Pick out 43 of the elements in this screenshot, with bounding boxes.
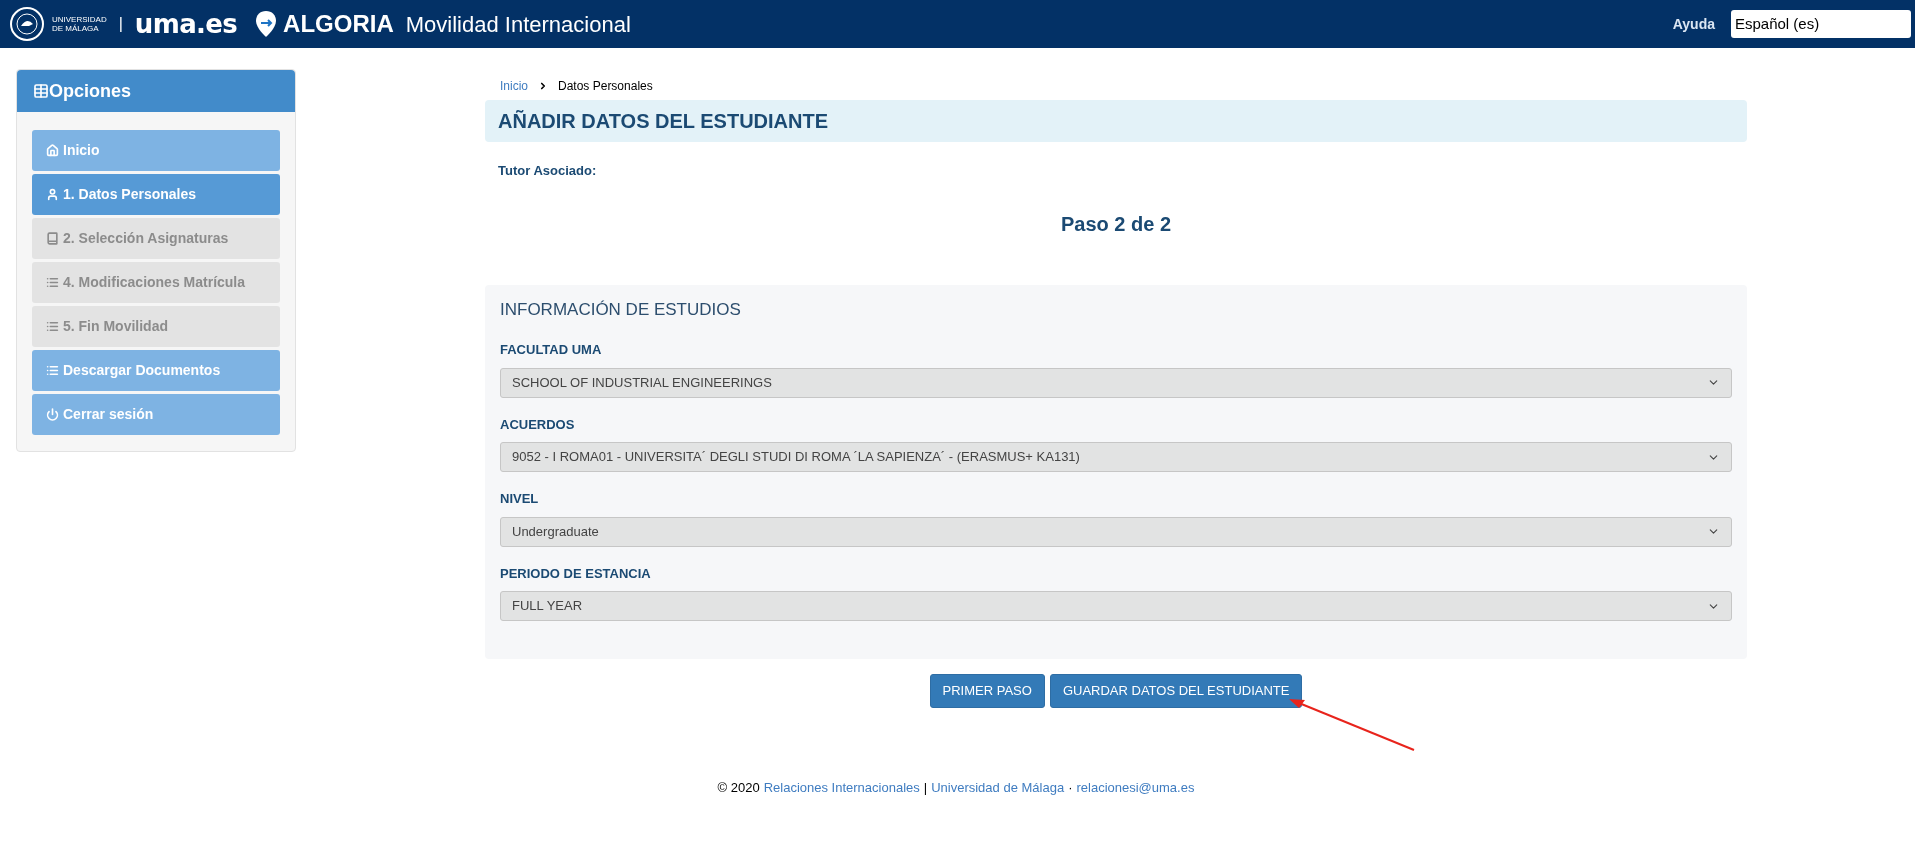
- university-name: DE MÁLAGA: [52, 24, 100, 33]
- breadcrumb-current: Datos Personales: [558, 78, 653, 95]
- field-label: PERIODO DE ESTANCIA: [500, 564, 652, 583]
- book-icon: [46, 232, 59, 245]
- footer-text: © 2020: [717, 778, 760, 797]
- language-select[interactable]: Español (es): [1731, 10, 1911, 38]
- field-label: NIVEL: [500, 490, 540, 508]
- chevron-right-icon: [538, 81, 548, 91]
- university-seal-icon: [10, 7, 44, 41]
- table-icon: [33, 83, 49, 99]
- select-field[interactable]: FULL YEAR: [500, 591, 1732, 621]
- site-logo[interactable]: uma.es: [134, 4, 238, 44]
- select-field[interactable]: Undergraduate: [500, 516, 1732, 547]
- location-pin-icon: [255, 10, 278, 38]
- list-icon: [46, 364, 59, 377]
- field-label: FACULTAD UMA: [500, 341, 603, 359]
- first-step-button[interactable]: PRIMER PASO: [929, 673, 1045, 708]
- header-separator: |: [118, 14, 123, 34]
- app-title: Movilidad Internacional: [405, 10, 631, 39]
- sidebar-item[interactable]: 1. Datos Personales: [32, 174, 280, 215]
- save-button[interactable]: GUARDAR DATOS DEL ESTUDIANTE: [1049, 673, 1303, 708]
- footer-text: ·: [1068, 778, 1073, 797]
- step-indicator: Paso 2 de 2: [1060, 211, 1172, 237]
- select-field[interactable]: SCHOOL OF INDUSTRIAL ENGINEERINGS: [500, 367, 1732, 398]
- field-label: ACUERDOS: [500, 415, 576, 434]
- list-icon: [46, 320, 59, 333]
- help-link[interactable]: Ayuda: [1672, 13, 1715, 35]
- footer-link[interactable]: Universidad de Málaga: [931, 777, 1065, 797]
- select-field[interactable]: 9052 - I ROMA01 - UNIVERSITA´ DEGLI STUDI DI ROMA ´LA SAPIENZA´ - (ERASMUS+ KA131): [500, 442, 1732, 472]
- panel-title: INFORMACIÓN DE ESTUDIOS: [500, 298, 742, 321]
- footer-text: |: [923, 778, 928, 797]
- power-icon: [46, 408, 59, 421]
- tutor-label: Tutor Asociado:: [498, 162, 598, 180]
- footer-link[interactable]: Relaciones Internacionales: [763, 777, 920, 797]
- breadcrumb-link[interactable]: Inicio: [500, 77, 528, 95]
- university-name: UNIVERSIDAD: [52, 15, 107, 24]
- footer-link[interactable]: relacionesi@uma.es: [1076, 777, 1195, 797]
- list-icon: [46, 276, 59, 289]
- sidebar-header: Opciones: [17, 70, 295, 112]
- page-title: AÑADIR DATOS DEL ESTUDIANTE: [485, 100, 1747, 142]
- brand-logo[interactable]: ALGORIA: [283, 6, 394, 42]
- home-icon: [46, 144, 59, 157]
- user-icon: [46, 188, 59, 201]
